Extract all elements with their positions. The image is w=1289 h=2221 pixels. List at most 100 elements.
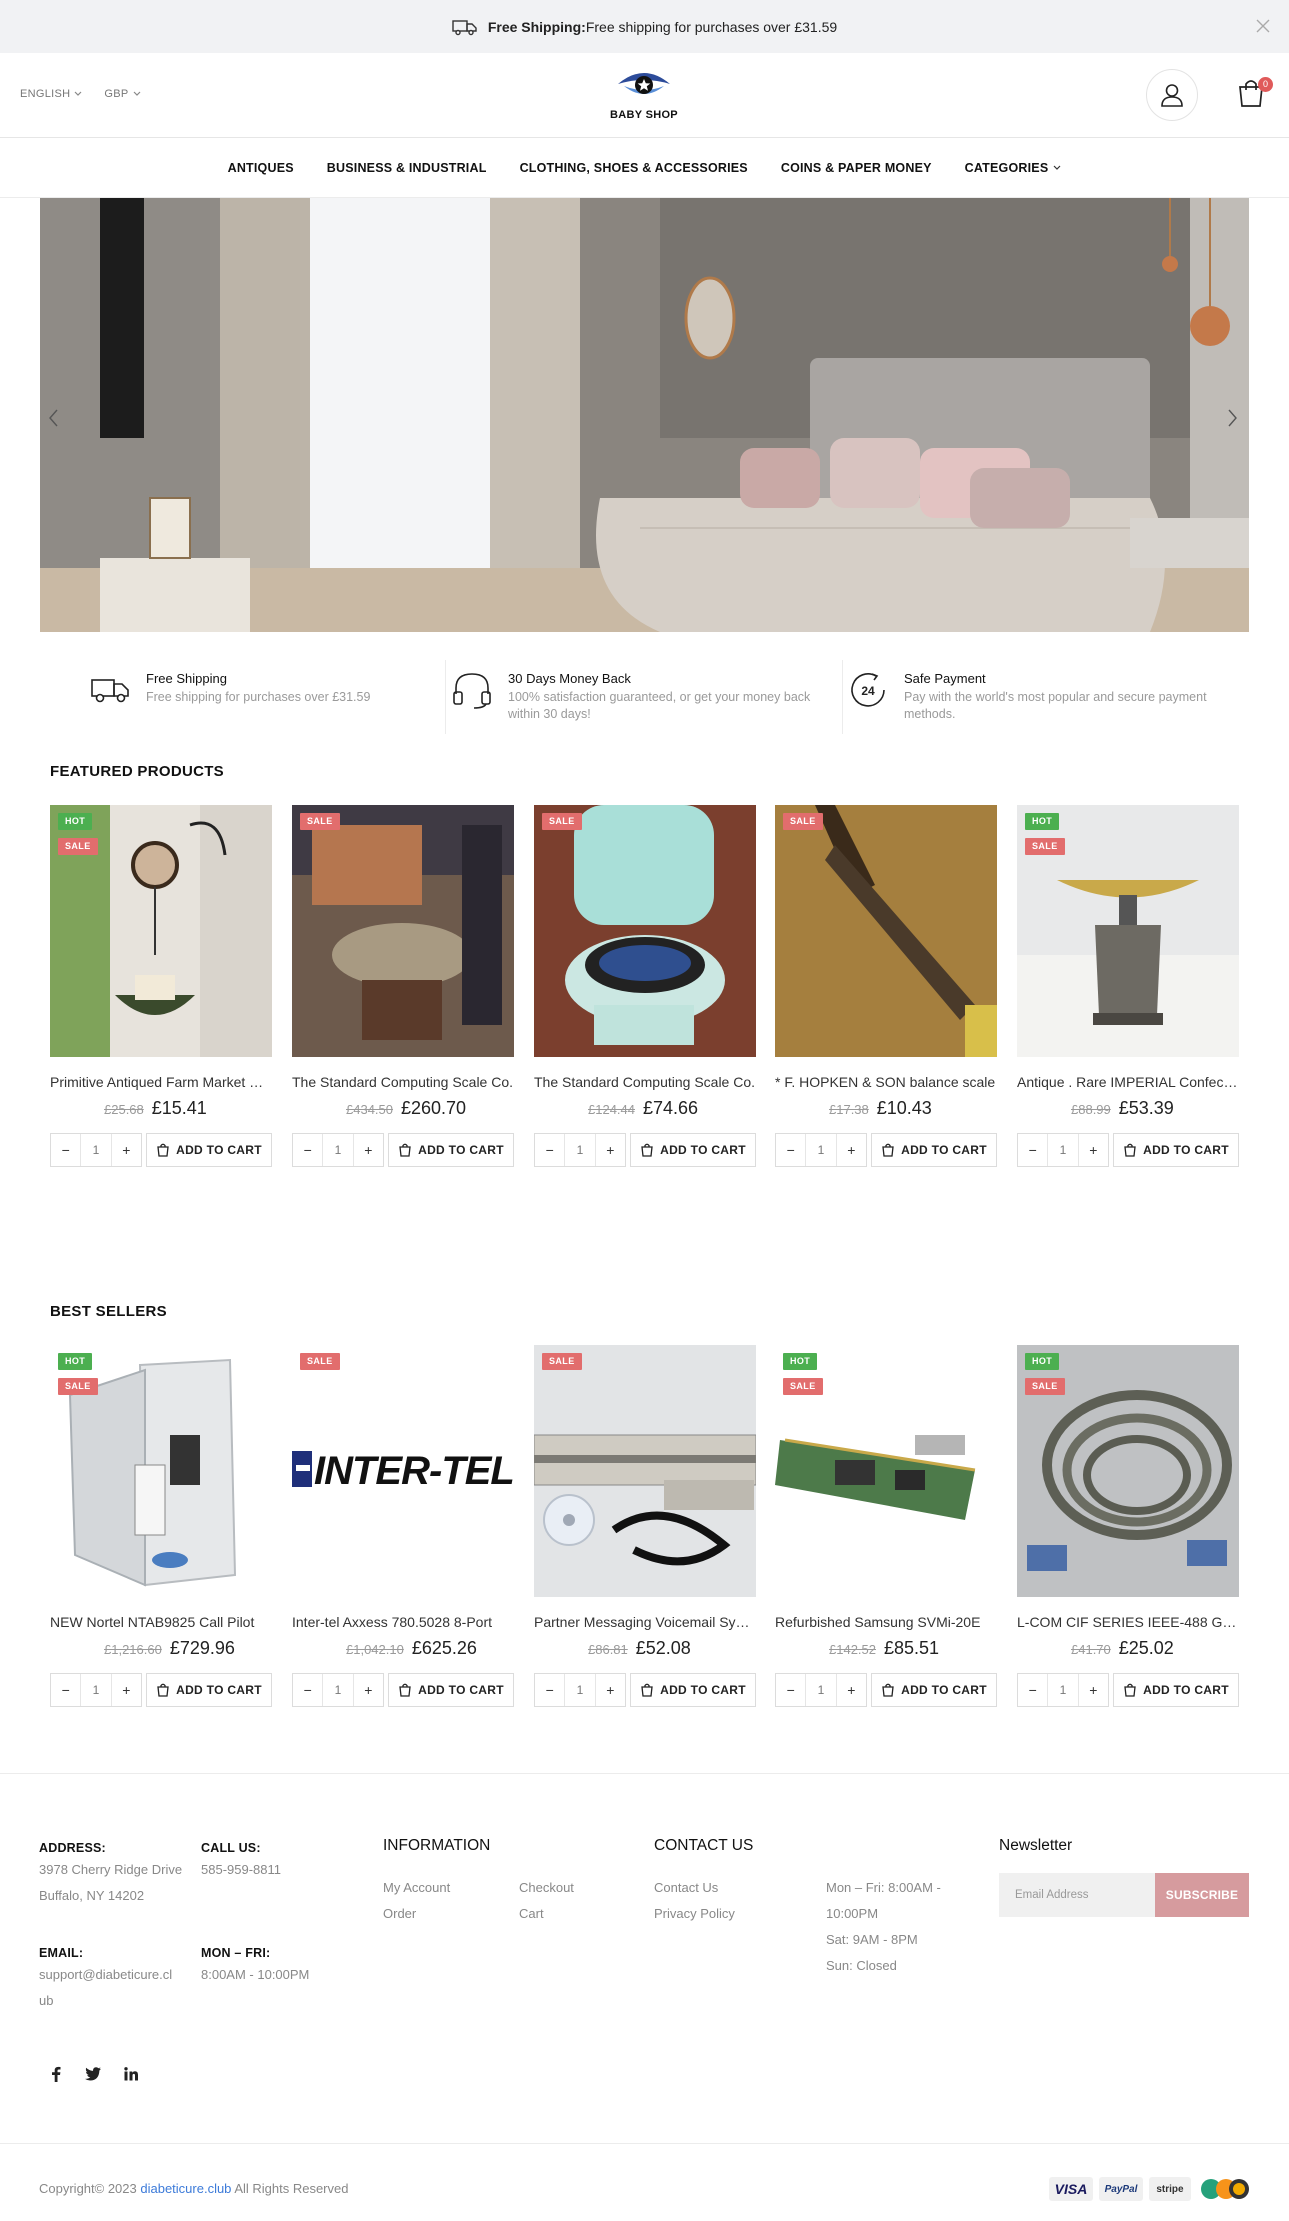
qty-input[interactable]: 1	[805, 1674, 837, 1706]
product-name[interactable]: Refurbished Samsung SVMi-20E	[775, 1614, 997, 1630]
facebook-icon[interactable]	[45, 2063, 67, 2085]
qty-plus-button[interactable]: +	[354, 1674, 383, 1706]
currency-select[interactable]: GBP	[104, 88, 140, 100]
product-name[interactable]: L-COM CIF SERIES IEEE-488 GPIB	[1017, 1614, 1239, 1630]
nav-item-clothing[interactable]: CLOTHING, SHOES & ACCESSORIES	[520, 161, 748, 175]
product-image[interactable]: HOT SALE	[1017, 1345, 1239, 1597]
close-icon[interactable]	[1253, 16, 1273, 36]
qty-minus-button[interactable]: −	[776, 1134, 805, 1166]
language-select[interactable]: ENGLISH	[20, 88, 82, 100]
qty-plus-button[interactable]: +	[1079, 1674, 1108, 1706]
product-image[interactable]: INTER-TEL SALE	[292, 1345, 514, 1597]
qty-minus-button[interactable]: −	[293, 1674, 322, 1706]
product-card[interactable]: SALE Partner Messaging Voicemail System …	[534, 1345, 756, 1707]
product-image[interactable]: HOT SALE	[50, 805, 272, 1057]
product-actions: − 1 + ADD TO CART	[775, 1133, 997, 1167]
product-name[interactable]: * F. HOPKEN & SON balance scale	[775, 1074, 997, 1090]
footer-link-order[interactable]: Order	[383, 1906, 416, 1921]
nav-item-antiques[interactable]: ANTIQUES	[228, 161, 294, 175]
qty-input[interactable]: 1	[1047, 1674, 1079, 1706]
qty-plus-button[interactable]: +	[596, 1134, 625, 1166]
subscribe-button[interactable]: SUBSCRIBE	[1155, 1873, 1249, 1917]
product-image[interactable]: HOT SALE	[775, 1345, 997, 1597]
product-card[interactable]: SALE * F. HOPKEN & SON balance scale £17…	[775, 805, 997, 1167]
product-card[interactable]: SALE The Standard Computing Scale Co. £1…	[534, 805, 756, 1167]
qty-minus-button[interactable]: −	[776, 1674, 805, 1706]
product-card[interactable]: HOT SALE L-COM CIF SERIES IEEE-488 GPIB …	[1017, 1345, 1239, 1707]
product-card[interactable]: INTER-TEL SALE Inter-tel Axxess 780.5028…	[292, 1345, 514, 1707]
add-to-cart-button[interactable]: ADD TO CART	[146, 1133, 272, 1167]
qty-minus-button[interactable]: −	[293, 1134, 322, 1166]
twitter-icon[interactable]	[82, 2063, 104, 2085]
copyright-link[interactable]: diabeticure.club	[140, 2181, 231, 2196]
qty-input[interactable]: 1	[805, 1134, 837, 1166]
qty-minus-button[interactable]: −	[51, 1134, 80, 1166]
product-image[interactable]: HOT SALE	[50, 1345, 272, 1597]
footer-link-cart[interactable]: Cart	[519, 1906, 544, 1921]
qty-minus-button[interactable]: −	[1018, 1134, 1047, 1166]
product-image[interactable]: SALE	[534, 1345, 756, 1597]
qty-input[interactable]: 1	[80, 1134, 112, 1166]
qty-plus-button[interactable]: +	[1079, 1134, 1108, 1166]
nav-item-coins[interactable]: COINS & PAPER MONEY	[781, 161, 932, 175]
qty-minus-button[interactable]: −	[1018, 1674, 1047, 1706]
email-line2[interactable]: ub	[39, 1988, 53, 2014]
qty-input[interactable]: 1	[80, 1674, 112, 1706]
product-card[interactable]: HOT SALE Antique . Rare IMPERIAL Confect…	[1017, 805, 1239, 1167]
product-card[interactable]: HOT SALE Refurbished Samsung SVMi-20E £1…	[775, 1345, 997, 1707]
qty-input[interactable]: 1	[322, 1674, 354, 1706]
product-name[interactable]: The Standard Computing Scale Co.	[292, 1074, 514, 1090]
qty-plus-button[interactable]: +	[837, 1674, 866, 1706]
site-logo[interactable]: BABY SHOP	[608, 68, 680, 124]
nav-item-categories[interactable]: CATEGORIES	[965, 161, 1062, 175]
product-name[interactable]: Partner Messaging Voicemail System	[534, 1614, 756, 1630]
add-to-cart-button[interactable]: ADD TO CART	[630, 1133, 756, 1167]
hero-slider[interactable]	[40, 198, 1249, 632]
nav-item-business-industrial[interactable]: BUSINESS & INDUSTRIAL	[327, 161, 487, 175]
footer-link-my-account[interactable]: My Account	[383, 1880, 450, 1895]
product-image[interactable]: SALE	[775, 805, 997, 1057]
add-to-cart-button[interactable]: ADD TO CART	[871, 1133, 997, 1167]
product-name[interactable]: Inter-tel Axxess 780.5028 8-Port	[292, 1614, 514, 1630]
qty-input[interactable]: 1	[322, 1134, 354, 1166]
qty-plus-button[interactable]: +	[837, 1134, 866, 1166]
product-image[interactable]: SALE	[292, 805, 514, 1057]
product-card[interactable]: HOT SALE NEW Nortel NTAB9825 Call Pilot …	[50, 1345, 272, 1707]
qty-input[interactable]: 1	[564, 1674, 596, 1706]
qty-input[interactable]: 1	[1047, 1134, 1079, 1166]
add-to-cart-button[interactable]: ADD TO CART	[388, 1133, 514, 1167]
slider-prev-icon[interactable]	[44, 406, 64, 430]
phone-number[interactable]: 585-959-8811	[201, 1857, 281, 1883]
email-line1[interactable]: support@diabeticure.cl	[39, 1962, 172, 1988]
product-image[interactable]: HOT SALE	[1017, 805, 1239, 1057]
add-to-cart-button[interactable]: ADD TO CART	[388, 1673, 514, 1707]
product-image[interactable]: SALE	[534, 805, 756, 1057]
qty-plus-button[interactable]: +	[354, 1134, 383, 1166]
add-to-cart-button[interactable]: ADD TO CART	[1113, 1133, 1239, 1167]
add-to-cart-button[interactable]: ADD TO CART	[871, 1673, 997, 1707]
add-to-cart-button[interactable]: ADD TO CART	[1113, 1673, 1239, 1707]
qty-plus-button[interactable]: +	[112, 1134, 141, 1166]
linkedin-icon[interactable]	[120, 2063, 142, 2085]
footer-link-checkout[interactable]: Checkout	[519, 1880, 574, 1895]
newsletter-email-input[interactable]: Email Address	[999, 1873, 1155, 1917]
qty-plus-button[interactable]: +	[596, 1674, 625, 1706]
product-name[interactable]: Antique . Rare IMPERIAL Confectionery Sc…	[1017, 1074, 1239, 1090]
add-to-cart-button[interactable]: ADD TO CART	[146, 1673, 272, 1707]
add-to-cart-button[interactable]: ADD TO CART	[630, 1673, 756, 1707]
product-card[interactable]: SALE The Standard Computing Scale Co. £4…	[292, 805, 514, 1167]
qty-input[interactable]: 1	[564, 1134, 596, 1166]
qty-plus-button[interactable]: +	[112, 1674, 141, 1706]
product-name[interactable]: Primitive Antiqued Farm Market Scale	[50, 1074, 272, 1090]
account-button[interactable]	[1146, 69, 1198, 121]
product-name[interactable]: NEW Nortel NTAB9825 Call Pilot	[50, 1614, 272, 1630]
product-card[interactable]: HOT SALE Primitive Antiqued Farm Market …	[50, 805, 272, 1167]
product-price: £434.50 £260.70	[292, 1098, 514, 1119]
product-name[interactable]: The Standard Computing Scale Co.	[534, 1074, 756, 1090]
slider-next-icon[interactable]	[1222, 406, 1242, 430]
qty-minus-button[interactable]: −	[535, 1674, 564, 1706]
footer-link-contact-us[interactable]: Contact Us	[654, 1880, 718, 1895]
qty-minus-button[interactable]: −	[535, 1134, 564, 1166]
qty-minus-button[interactable]: −	[51, 1674, 80, 1706]
footer-link-privacy-policy[interactable]: Privacy Policy	[654, 1906, 735, 1921]
